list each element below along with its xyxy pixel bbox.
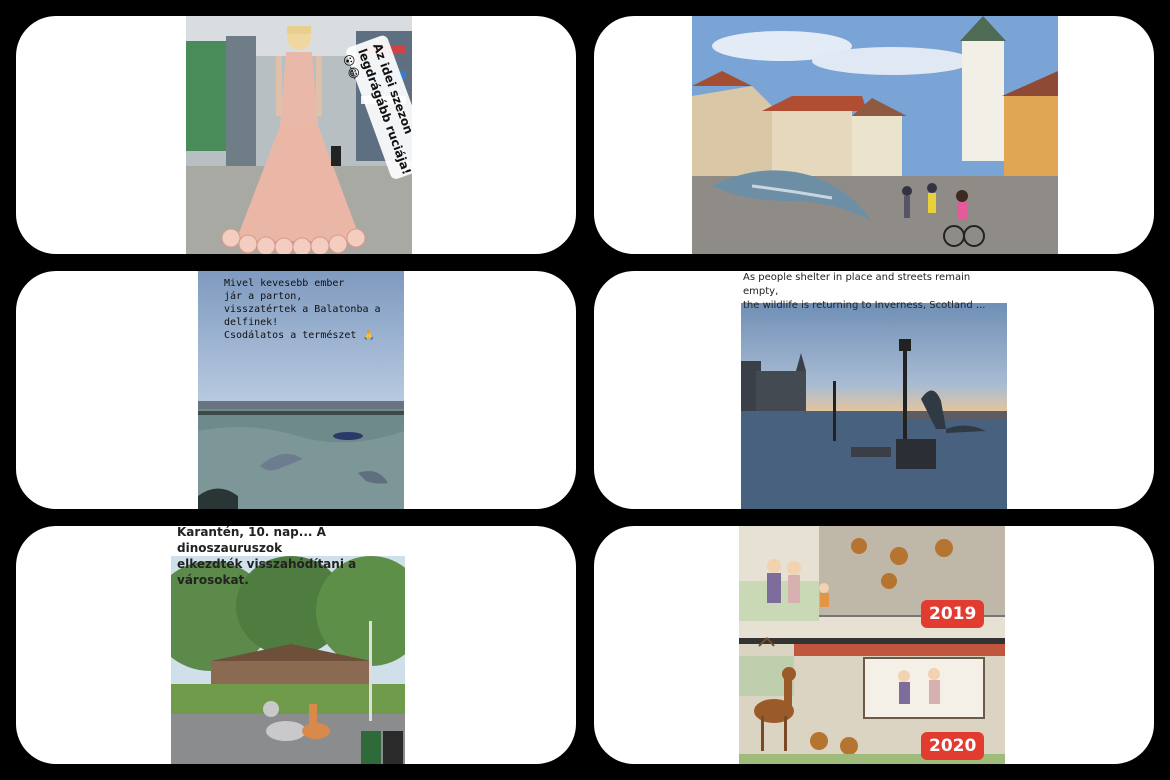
caption-text: Karantén, 10. nap... A dinoszauruszok el… <box>177 526 357 587</box>
panel-zoo-cartoon: 2019 2020 <box>594 526 1154 764</box>
panel-balaton-dolphins: Mivel kevesebb ember jár a parton, vissz… <box>16 271 576 509</box>
year-badge-2020: 2020 <box>921 732 985 760</box>
photo-town-square-dolphin <box>692 16 1058 254</box>
panel-inverness-nessie: As people shelter in place and streets r… <box>594 271 1154 509</box>
panel-toilet-paper-dress: Az idei szezon legdrágább ruciája! 😮😂 <box>16 16 576 254</box>
caption-text: Mivel kevesebb ember jár a parton, vissz… <box>224 278 381 341</box>
panel-dolphin-square <box>594 16 1154 254</box>
photo-balaton-dolphins: Mivel kevesebb ember jár a parton, vissz… <box>198 271 404 509</box>
year-badge-2019: 2019 <box>921 600 985 628</box>
photo-inverness-nessie: As people shelter in place and streets r… <box>741 271 1007 509</box>
photo-zoo-cartoon: 2019 2020 <box>739 526 1005 764</box>
photo-dinosaurs-street: Karantén, 10. nap... A dinoszauruszok el… <box>171 526 405 764</box>
caption-text: As people shelter in place and streets r… <box>743 272 986 311</box>
photo-store-dress: Az idei szezon legdrágább ruciája! 😮😂 <box>186 16 412 254</box>
panel-dinosaurs-street: Karantén, 10. nap... A dinoszauruszok el… <box>16 526 576 764</box>
